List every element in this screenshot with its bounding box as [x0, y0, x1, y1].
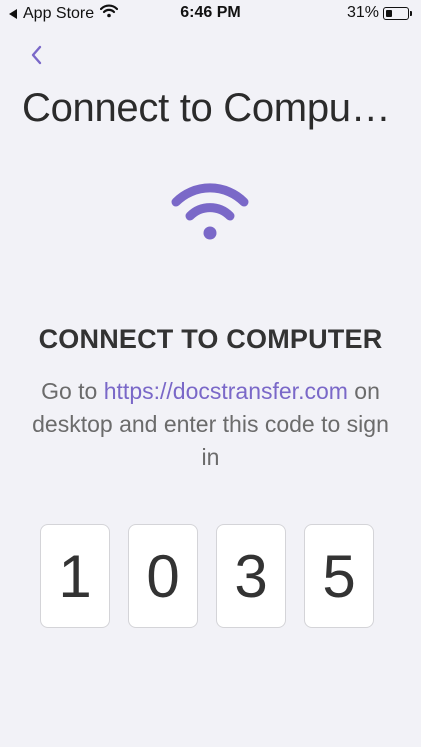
battery-icon [383, 6, 409, 20]
wifi-icon [170, 180, 250, 247]
instructions-prefix: Go to [41, 378, 104, 404]
sign-in-code: 1 0 3 5 [40, 524, 374, 628]
back-button[interactable] [26, 41, 50, 69]
page-title: Connect to Compu… [22, 86, 391, 130]
docstransfer-link[interactable]: https://docstransfer.com [104, 378, 348, 404]
chevron-left-icon [31, 45, 42, 65]
code-digit-2: 0 [128, 524, 198, 628]
status-bar: App Store 6:46 PM 31% [0, 0, 421, 28]
battery-status: 31% [347, 4, 412, 22]
code-digit-4: 5 [304, 524, 374, 628]
battery-percent: 31% [346, 4, 379, 21]
code-digit-1: 1 [40, 524, 110, 628]
section-heading: CONNECT TO COMPUTER [38, 324, 383, 354]
instructions-text: Go to https://docstransfer.com on deskto… [20, 375, 401, 474]
code-digit-3: 3 [216, 524, 286, 628]
